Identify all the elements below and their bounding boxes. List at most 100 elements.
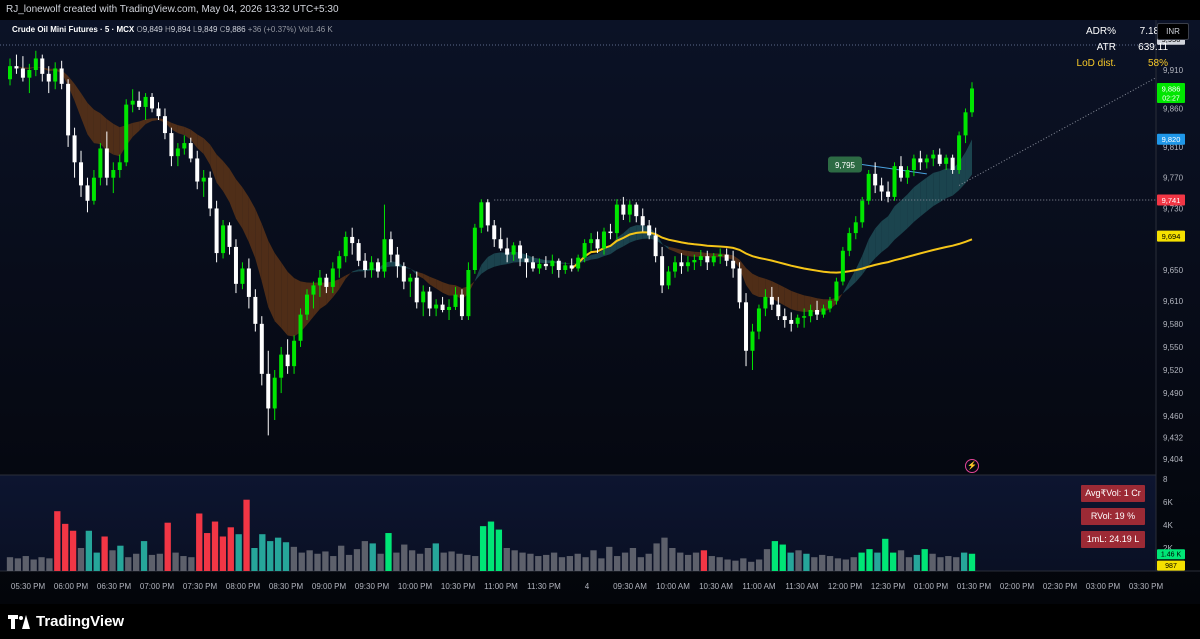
currency-button[interactable]: INR [1157,23,1189,40]
ema-cloud-segment [216,154,224,192]
candle-body [944,157,949,164]
candle-body [7,66,13,80]
volume-bar [960,552,968,571]
candle-body [892,166,897,197]
candle-body [53,68,58,82]
price-badge-text: 9,694 [1162,232,1181,241]
ema-cloud-segment [229,168,236,219]
ema-cloud-segment [913,182,921,222]
candle-body [886,191,891,197]
candle-body [782,316,787,320]
candle-body [815,310,820,315]
volume-bar [188,557,195,571]
candle-body [214,208,219,254]
volume-bar [401,544,408,571]
candle-body [27,70,32,78]
candle-body [492,225,497,240]
candle-body [737,268,742,303]
candle-body [117,162,122,170]
volume-tick-label: 4K [1163,521,1173,530]
volume-bar [69,530,77,571]
candle-body [388,239,393,255]
volume-bar [937,557,944,571]
candle-body [763,296,768,309]
candle-body [156,108,161,117]
stats-row-adr: ADR% 7.18% [1068,26,1168,42]
ema-cloud-segment [881,216,889,253]
volume-bar [684,554,692,571]
candle-body [356,243,361,261]
volume-badge-text: 987 [1165,563,1177,570]
candle-body [802,316,807,318]
ema-cloud-segment [197,134,204,155]
price-tick-label: 9,432 [1163,434,1184,443]
candle-body [363,260,368,270]
candle-body [408,277,413,282]
price-chart[interactable]: 9,795 86K4K2K1.46 K987 9,9109,8609,8109,… [0,20,1200,604]
avg-vol-box: Avg₹Vol: 1 Cr [1081,485,1145,502]
ema-cloud-segment [797,293,805,313]
time-tick-label: 03:30 PM [1129,582,1164,591]
vol-key: Vol [298,25,310,34]
candle-body [627,204,632,215]
price-tick-label: 9,490 [1163,389,1184,398]
candle-body [595,239,600,249]
volume-bar [424,548,432,571]
ema-cloud-segment [268,240,275,322]
volume-bar [708,556,715,571]
candle-body [505,248,510,255]
candle-body [292,340,297,367]
candle-body [550,260,555,267]
volume-bar [826,556,834,571]
price-tick-label: 9,730 [1163,204,1184,213]
volume-bar [590,550,597,571]
time-tick-label: 12:30 PM [871,582,906,591]
close-value: 9,886 [225,25,246,34]
time-tick-label: 09:30 AM [613,582,647,591]
ema-cloud-segment [281,262,288,336]
brand-name: TradingView [36,613,125,630]
volume-bar [479,526,487,571]
ema-cloud-segment [868,228,876,266]
ema-cloud-segment [965,139,972,184]
time-tick-label: 08:30 PM [269,582,304,591]
volume-bar [503,548,510,571]
ema-cloud-segment [145,118,153,125]
candle-body [453,294,458,307]
volume-bar [889,552,897,571]
volume-bar [22,556,29,571]
candle-body [46,73,51,82]
price-tick-label: 9,580 [1163,320,1184,329]
candle-body [59,68,64,84]
candle-body [40,58,45,74]
price-tick-label: 9,404 [1163,455,1184,464]
volume-bar [495,529,503,571]
time-tick-label: 02:00 PM [1000,582,1035,591]
volume-bar [62,523,69,571]
candle-body [918,158,923,163]
candle-body [343,236,348,257]
volume-bar [306,550,313,571]
candle-body [253,296,258,324]
price-tick-label: 9,860 [1163,104,1184,113]
volume-bar [621,552,629,571]
volume-bar [298,552,305,571]
candle-body [950,157,955,170]
symbol-title[interactable]: Crude Oil Mini Futures · 5 · MCX [12,25,134,34]
tradingview-logo[interactable]: TradingView [8,613,124,630]
volume-bar [669,548,676,571]
candle-body [150,96,155,109]
lightning-icon[interactable]: ⚡ [965,459,979,473]
stats-label: LoD dist. [1076,58,1116,69]
volume-bar [416,553,424,571]
volume-bar [180,556,187,571]
candle-body [427,291,432,309]
ema-cloud-segment [429,276,437,289]
ema-cloud-segment [804,295,811,313]
volume-bar [274,537,282,571]
price-badge-text: 9,886 [1162,84,1181,93]
ema-cloud-segment [274,253,282,328]
volume-bar [456,553,463,571]
volume-bar [148,554,156,571]
candle-body [511,245,516,255]
